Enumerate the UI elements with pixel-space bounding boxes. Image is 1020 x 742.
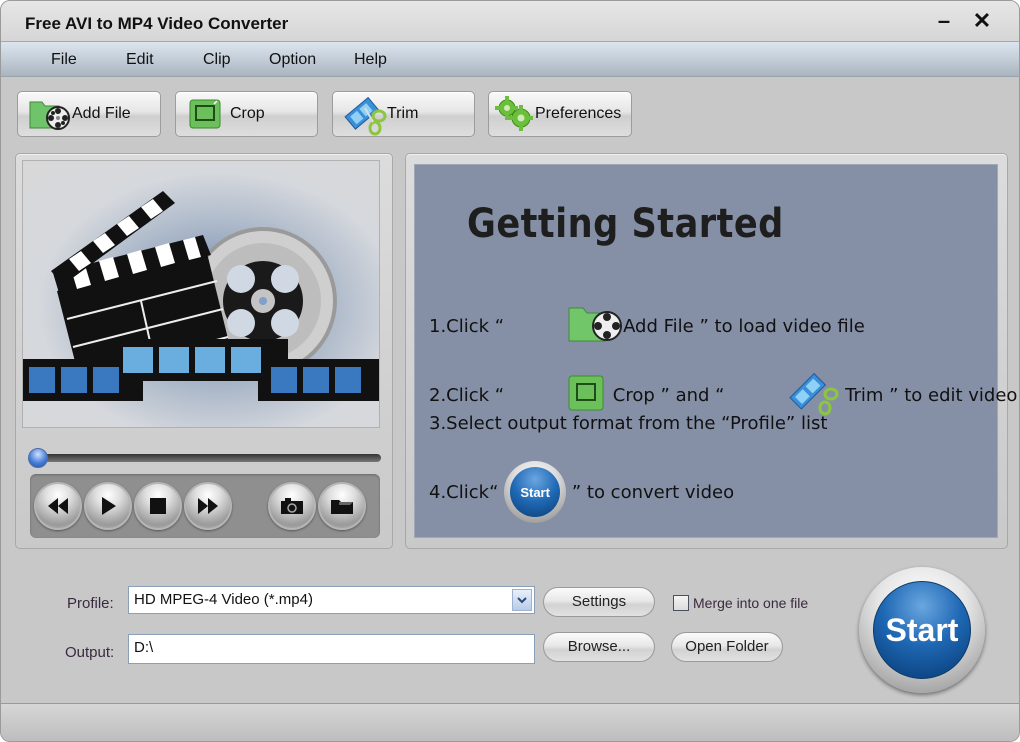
start-button[interactable]: Start <box>859 567 985 693</box>
profile-label: Profile: <box>67 595 114 612</box>
stop-icon <box>150 498 166 514</box>
seek-slider-track[interactable] <box>36 454 381 462</box>
folder-icon <box>331 500 353 514</box>
preview-panel <box>15 153 393 549</box>
step-1-text-post: Add File ” to load video file <box>623 316 865 337</box>
step-1-text-pre: 1.Click “ <box>429 316 510 337</box>
crop-label: Crop <box>230 105 265 122</box>
profile-select[interactable]: HD MPEG-4 Video (*.mp4) <box>128 586 535 614</box>
trim-label: Trim <box>387 105 419 122</box>
play-icon <box>102 497 116 515</box>
rewind-button[interactable] <box>34 482 82 530</box>
rewind-icon <box>48 498 68 514</box>
crop-button[interactable]: Crop <box>175 91 318 137</box>
getting-started-content: Getting Started 1.Click “ Add File ” to … <box>414 164 1017 538</box>
step-4-text-post: ” to convert video <box>566 481 735 503</box>
step-4-text-pre: 4.Click“ <box>429 481 505 503</box>
browse-button[interactable]: Browse... <box>543 632 655 662</box>
getting-started-title: Getting Started <box>467 201 784 247</box>
step-3: 3.Select output format from the “Profile… <box>429 413 827 434</box>
add-file-label: Add File <box>72 105 131 122</box>
folder-film-reel-icon <box>28 94 70 134</box>
clapperboard-film-reel-illustration <box>23 191 379 401</box>
title-bar: Free AVI to MP4 Video Converter – ✕ <box>1 1 1019 41</box>
menu-option[interactable]: Option <box>269 51 316 69</box>
merge-checkbox[interactable] <box>673 595 689 611</box>
menu-file[interactable]: File <box>51 51 77 69</box>
menu-edit[interactable]: Edit <box>126 51 154 69</box>
step-2-text-mid: Crop ” and “ <box>607 385 731 406</box>
start-icon-label: Start <box>510 467 561 517</box>
seek-slider-thumb[interactable] <box>28 448 48 468</box>
output-path-value: D:\ <box>134 639 154 656</box>
getting-started-panel: Getting Started 1.Click “ Add File ” to … <box>405 153 1017 549</box>
start-button-label: Start <box>873 581 971 679</box>
menu-clip[interactable]: Clip <box>203 51 231 69</box>
output-label: Output: <box>65 644 115 661</box>
step-3-text: 3.Select output format from the “Profile… <box>429 413 828 434</box>
menu-bar: File Edit Clip Option Help <box>1 41 1019 77</box>
window-title: Free AVI to MP4 Video Converter <box>25 14 289 33</box>
settings-button[interactable]: Settings <box>543 587 655 617</box>
snapshot-button[interactable] <box>268 482 316 530</box>
minimize-button[interactable]: – <box>929 9 959 33</box>
playback-controls <box>30 474 380 538</box>
play-button[interactable] <box>84 482 132 530</box>
profile-value: HD MPEG-4 Video (*.mp4) <box>134 591 313 608</box>
step-2-text-post: Trim ” to edit video file <box>845 385 1018 406</box>
status-bar <box>1 703 1019 741</box>
open-snapshot-folder-button[interactable] <box>318 482 366 530</box>
film-scissors-icon <box>343 94 387 136</box>
fast-forward-button[interactable] <box>184 482 232 530</box>
merge-checkbox-label: Merge into one file <box>693 595 809 611</box>
gears-icon <box>495 94 533 134</box>
profile-dropdown-button[interactable] <box>512 589 532 611</box>
output-path-input[interactable]: D:\ <box>128 634 535 664</box>
step-4: 4.Click“ Start ” to convert video <box>429 461 734 523</box>
add-file-button[interactable]: Add File <box>17 91 161 137</box>
video-preview <box>22 160 380 428</box>
step-2-text-pre: 2.Click “ <box>429 385 510 406</box>
close-button[interactable]: ✕ <box>967 9 997 33</box>
preferences-button[interactable]: Preferences <box>488 91 632 137</box>
open-folder-button[interactable]: Open Folder <box>671 632 783 662</box>
fast-forward-icon <box>198 498 218 514</box>
preferences-label: Preferences <box>535 105 622 122</box>
app-window: Free AVI to MP4 Video Converter – ✕ File… <box>0 0 1020 742</box>
crop-icon <box>186 94 226 134</box>
start-icon: Start <box>504 461 567 523</box>
menu-help[interactable]: Help <box>354 51 387 69</box>
camera-icon <box>281 498 303 514</box>
chevron-down-icon <box>517 596 527 603</box>
trim-button[interactable]: Trim <box>332 91 475 137</box>
stop-button[interactable] <box>134 482 182 530</box>
